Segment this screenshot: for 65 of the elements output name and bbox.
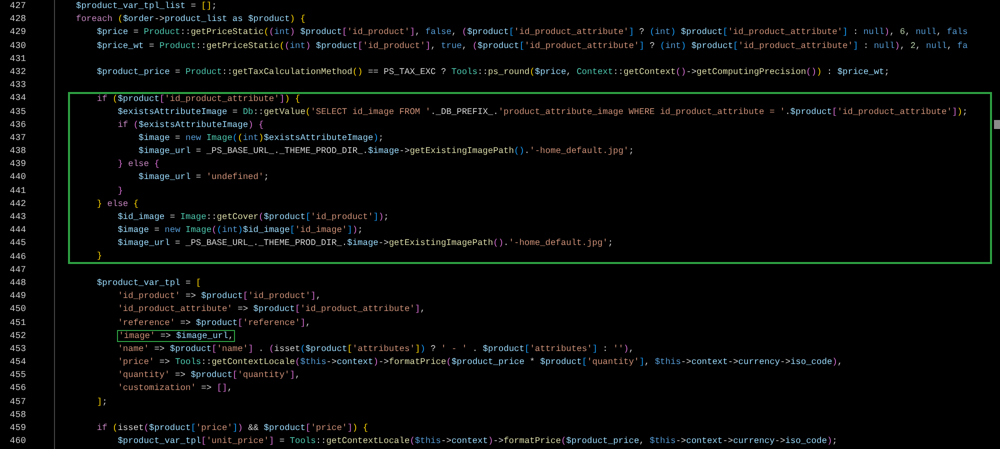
line-number: 453	[10, 342, 26, 356]
code-line: 'reference' => $product['reference'],	[116, 316, 312, 330]
code-line: 'id_product_attribute' => $product['id_product_attribute'],	[116, 303, 426, 316]
line-number: 431	[10, 52, 26, 66]
line-number: 435	[10, 106, 26, 118]
line-number: 432	[10, 66, 26, 79]
line-number: 433	[10, 79, 26, 92]
line-number: 443	[10, 211, 26, 224]
line-number: 441	[10, 184, 26, 198]
code-line: $image_url = _PS_BASE_URL_._THEME_PROD_DIR_.$image->getExistingImagePath().'-home_default.jpg';	[68, 237, 992, 251]
line-number: 454	[10, 356, 26, 370]
line-number: 459	[10, 422, 26, 435]
line-number: 439	[10, 158, 26, 172]
code-line: $product_var_tpl['unit_price'] = Tools::getContextLocale($this->context)->formatPrice($product_price, $this->context->currency->iso_code);	[116, 435, 838, 448]
line-number: 438	[10, 145, 26, 158]
line-number: 449	[10, 290, 26, 304]
code-line: $product_price = Product::getTaxCalculationMethod() == PS_TAX_EXC ? Tools::ps_round($price, Context::getContext()->getComputingPrecision()) : $price_wt;	[96, 66, 890, 79]
code-line: 'name' => $product['name'] . (isset($product['attributes']) ? ' - ' . $product['attributes'] : ''),	[116, 342, 635, 356]
code-line: }	[68, 184, 992, 198]
code-line: } else {	[68, 198, 992, 211]
code-line: $existsAttributeImage = Db::getValue('SELECT id_image FROM '._DB_PREFIX_.'product_attribute_image WHERE id_product_attribute = '.$product['id_product_attribute']);	[68, 106, 992, 119]
code-line: $product_var_tpl_list = [];	[76, 0, 218, 13]
line-number: 442	[10, 198, 26, 211]
code-line: 'customization' => [],	[116, 382, 234, 396]
line-number: 430	[10, 40, 26, 53]
code-line: $image = new Image((int)$existsAttributeImage);	[68, 132, 992, 146]
line-number: 448	[10, 276, 26, 290]
line-number: 434	[10, 92, 26, 106]
line-number: 440	[10, 171, 26, 184]
line-number: 458	[10, 408, 26, 422]
line-number: 447	[10, 264, 26, 277]
code-line: if ($product['id_product_attribute']) {	[68, 92, 992, 106]
code-line: $image = new Image((int)$id_image['id_image']);	[68, 224, 992, 238]
code-line: 'quantity' => $product['quantity'],	[116, 369, 302, 382]
code-line: } else {	[68, 158, 992, 172]
line-number: 437	[10, 132, 26, 145]
line-number: 450	[10, 303, 26, 316]
code-line: $price = Product::getPriceStatic((int) $product['id_product'], false, ($product['id_product_attribute'] ? (int) $product['id_product_attribute'] : null), 6, null, fals	[96, 26, 969, 40]
code-line: $price_wt = Product::getPriceStatic((int) $product['id_product'], true, ($product['id_product_attribute'] ? (int) $product['id_product_attribute'] : null), 2, null, fa	[96, 40, 969, 53]
code-line: foreach ($order->product_list as $product) {	[76, 13, 306, 26]
line-number: 460	[10, 435, 26, 448]
line-number: 444	[10, 224, 26, 238]
code-line: $product_var_tpl = [	[96, 276, 202, 290]
line-number: 429	[10, 26, 26, 40]
line-number: 456	[10, 382, 26, 396]
line-number: 451	[10, 316, 26, 330]
code-line: if (isset($product['price']) && $product['price']) {	[96, 422, 370, 435]
line-number: 455	[10, 369, 26, 382]
line-number: 428	[10, 13, 26, 26]
scrollbar-thumb[interactable]	[994, 120, 1000, 129]
line-number: 436	[10, 118, 26, 132]
highlighted-code: 'image' => $image_url,	[118, 330, 234, 341]
code-line: 'id_product' => $product['id_product'],	[116, 290, 322, 304]
line-number: 452	[10, 330, 26, 343]
code-line: $image_url = _PS_BASE_URL_._THEME_PROD_DIR_.$image->getExistingImagePath().'-home_default.jpg';	[68, 145, 992, 158]
code-line: }	[68, 250, 992, 264]
code-line: if ($existsAttributeImage) {	[68, 118, 992, 132]
line-number: 457	[10, 396, 26, 409]
code-line: ];	[96, 396, 108, 409]
line-number: 445	[10, 237, 26, 250]
line-number: 446	[10, 250, 26, 264]
code-line: $id_image = Image::getCover($product['id_product']);	[68, 211, 992, 224]
code-line: 'price' => Tools::getContextLocale($this->context)->formatPrice($product_price * $product['quantity'], $this->context->currency->iso_code),	[116, 356, 844, 370]
line-number: 427	[10, 0, 26, 13]
code-line: $image_url = 'undefined';	[68, 171, 992, 185]
